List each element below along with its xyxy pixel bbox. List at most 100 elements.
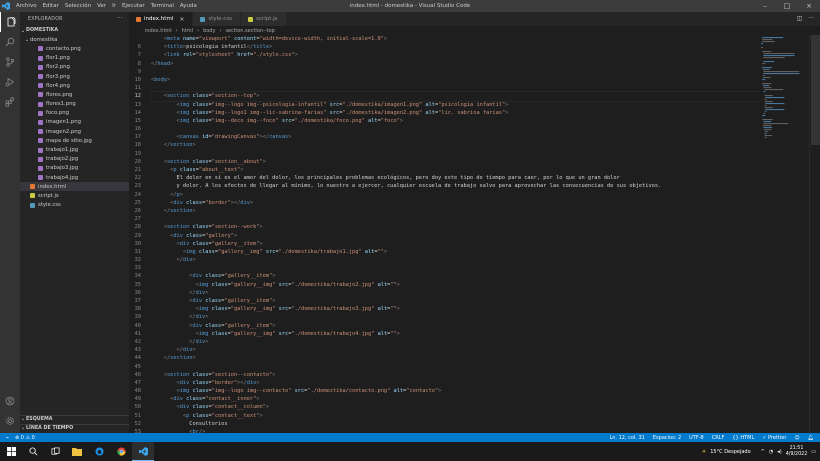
code-line[interactable]: 50 <div class="contact__column"> (129, 403, 759, 411)
encoding[interactable]: UTF-8 (689, 435, 704, 441)
folder-domestika[interactable]: ⌄ domestika (20, 35, 129, 44)
file-item[interactable]: flor2.png (20, 63, 129, 72)
breadcrumb-item[interactable]: section.section--top (225, 28, 274, 34)
breadcrumb-item[interactable]: index.html (145, 28, 172, 34)
file-item[interactable]: flor4.png (20, 81, 129, 90)
task-view-icon[interactable] (44, 442, 66, 461)
code-line[interactable]: 21 <p class="about__text"> (129, 166, 759, 174)
code-line[interactable]: 22 El dolor en sí es el amor del dolor, … (129, 174, 759, 182)
vscode-taskbar-icon[interactable] (132, 442, 154, 461)
code-line[interactable]: 38 <img class="gallery__img" src="./dome… (129, 305, 759, 313)
code-line[interactable]: 17 <canvas id="drawingCanvas"></canvas> (129, 133, 759, 141)
remote-icon[interactable]: ⌁ (6, 435, 9, 441)
code-line[interactable]: 11 (129, 84, 759, 92)
menu-item-2[interactable]: Selección (65, 3, 91, 9)
file-item[interactable]: mapa de sitio.jpg (20, 136, 129, 145)
code-line[interactable]: 48 <img class="img--logo img--contacto" … (129, 387, 759, 395)
code-line[interactable]: 45 (129, 363, 759, 371)
code-line[interactable]: 24 </p> (129, 191, 759, 199)
code-line[interactable]: 39 </div> (129, 313, 759, 321)
split-editor-icon[interactable]: ◫ (797, 15, 803, 22)
maximize-button[interactable]: □ (776, 0, 798, 12)
code-line[interactable]: 44 </section> (129, 354, 759, 362)
menu-item-3[interactable]: Ver (97, 3, 106, 9)
prettier-status[interactable]: ✓ Prettier (762, 435, 786, 441)
code-line[interactable]: 33 (129, 264, 759, 272)
file-item[interactable]: imagen1.png (20, 118, 129, 127)
more-actions-icon[interactable]: ··· (808, 15, 814, 22)
end-of-line[interactable]: CRLF (712, 435, 725, 441)
file-item[interactable]: flor1.png (20, 54, 129, 63)
language-mode[interactable]: {} HTML (732, 435, 754, 441)
menu-item-1[interactable]: Editar (43, 3, 59, 9)
code-line[interactable]: 32 </div> (129, 256, 759, 264)
file-item[interactable]: script.js (20, 191, 129, 200)
windows-start-icon[interactable] (0, 442, 22, 461)
explorer-icon[interactable] (0, 12, 20, 32)
code-line[interactable]: 6 <title>psicologia infantil</title> (129, 43, 759, 51)
menu-item-6[interactable]: Terminal (151, 3, 174, 9)
file-item[interactable]: flor3.png (20, 72, 129, 81)
code-line[interactable]: 10 <body> (129, 76, 759, 84)
cursor-position[interactable]: Ln. 12, col. 31 (609, 435, 644, 441)
code-line[interactable]: 8 </head> (129, 60, 759, 68)
code-line[interactable]: 52 Consultorios (129, 420, 759, 428)
code-line[interactable]: 16 (129, 125, 759, 133)
minimap[interactable] (759, 35, 809, 433)
code-line[interactable]: 35 <img class="gallery__img" src="./dome… (129, 281, 759, 289)
code-line[interactable]: 9 (129, 68, 759, 76)
menu-item-0[interactable]: Archivo (16, 3, 37, 9)
search-icon[interactable] (22, 442, 44, 461)
code-line[interactable]: 25 <div class="border"></div> (129, 199, 759, 207)
file-item[interactable]: contacto.png (20, 44, 129, 53)
file-item[interactable]: trabajo2.jpg (20, 155, 129, 164)
minimize-button[interactable]: – (754, 0, 776, 12)
close-window-button[interactable]: × (798, 0, 820, 12)
tab-html[interactable]: index.html × (129, 12, 194, 26)
code-line[interactable]: 47 <div class="border"></div> (129, 379, 759, 387)
file-item[interactable]: index.html (20, 182, 129, 192)
problems-indicator[interactable]: ⊗ 0 ⚠ 0 (15, 435, 35, 441)
code-line[interactable]: 26 </section> (129, 207, 759, 215)
notifications-bell-icon[interactable]: 🔔︎ (808, 435, 814, 441)
network-icon[interactable]: ◔ (769, 449, 773, 455)
code-line[interactable]: 13 <img class="img--logo img--psicologia… (129, 101, 759, 109)
code-line[interactable]: 20 <section class="section__about"> (129, 158, 759, 166)
code-line[interactable]: 19 (129, 150, 759, 158)
code-line[interactable]: 40 <div class="gallery__item"> (129, 322, 759, 330)
code-line[interactable]: 12 <section class="section--top"> (129, 91, 759, 102)
close-tab-icon[interactable]: × (179, 16, 184, 23)
code-line[interactable]: 29 <div class="gallery"> (129, 232, 759, 240)
code-line[interactable]: 23 y dolor. A los efectos de llegar al m… (129, 182, 759, 190)
edge-browser-icon[interactable] (88, 442, 110, 461)
code-line[interactable]: 42 </div> (129, 338, 759, 346)
code-line[interactable]: 15 <img class="img--deco img--foco" src=… (129, 117, 759, 125)
extensions-icon[interactable] (0, 92, 20, 112)
file-explorer-icon[interactable] (66, 442, 88, 461)
code-line[interactable]: 18 </section> (129, 141, 759, 149)
breadcrumb-item[interactable]: body (203, 28, 215, 34)
clock[interactable]: 21:51 4/9/2022 (786, 446, 808, 458)
menu-item-5[interactable]: Ejecutar (122, 3, 145, 9)
outline-section[interactable]: › ESQUEMA (20, 414, 129, 424)
chrome-browser-icon[interactable] (110, 442, 132, 461)
tab-css[interactable]: style.css (193, 12, 242, 26)
code-line[interactable]: <meta name="viewport" content="width=dev… (129, 35, 759, 43)
code-line[interactable]: 49 <div class="contact__inner"> (129, 395, 759, 403)
code-line[interactable]: 27 (129, 215, 759, 223)
search-icon[interactable] (0, 32, 20, 52)
indentation[interactable]: Espacios: 2 (653, 435, 681, 441)
notification-center-icon[interactable]: ▭ (811, 449, 816, 455)
breadcrumb-item[interactable]: html (182, 28, 193, 34)
editor-scrollbar[interactable] (809, 35, 820, 433)
timeline-section[interactable]: › LÍNEA DE TIEMPO (20, 423, 129, 433)
file-item[interactable]: flores1.png (20, 100, 129, 109)
file-item[interactable]: style.css (20, 201, 129, 210)
code-line[interactable]: 46 <section class="section--contacto"> (129, 371, 759, 379)
code-line[interactable]: 36 </div> (129, 289, 759, 297)
file-item[interactable]: trabajo4.jpg (20, 173, 129, 182)
weather-text[interactable]: 15°C Despejado (710, 449, 750, 455)
tab-js[interactable]: script.js (241, 12, 287, 26)
weather-icon[interactable]: ☀ (702, 449, 706, 455)
workspace-root[interactable]: ⌄ DOMESTIKA (20, 26, 129, 35)
